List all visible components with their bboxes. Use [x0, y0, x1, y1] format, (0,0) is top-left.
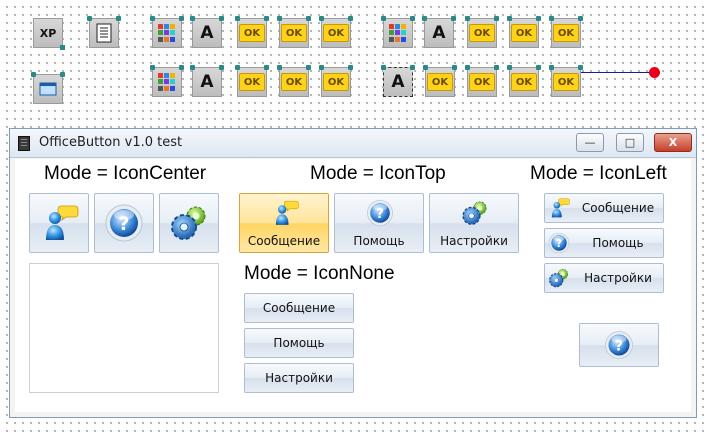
- title-bar[interactable]: OfficeButton v1.0 test — □ X: [10, 129, 696, 158]
- label-a: A: [391, 72, 405, 92]
- imagelist-icon: [158, 24, 176, 42]
- ok-chip: OK: [469, 24, 495, 42]
- settings-label: Настройки: [265, 371, 333, 385]
- ok-button-component[interactable]: OK: [465, 16, 499, 48]
- ok-chip: OK: [511, 24, 537, 42]
- imagelist-component[interactable]: [150, 65, 184, 97]
- label-component[interactable]: A: [422, 16, 456, 48]
- user-message-icon: [39, 203, 79, 243]
- label-a: A: [200, 72, 214, 92]
- gears-icon: [169, 203, 209, 243]
- settings-button-icon-none[interactable]: Настройки: [244, 363, 354, 393]
- app-icon: [18, 136, 30, 151]
- settings-label: Настройки: [584, 271, 652, 285]
- ok-button-component[interactable]: OK: [235, 16, 269, 48]
- xp-manifest-component[interactable]: XP: [33, 18, 65, 50]
- help-label: Помощь: [592, 236, 644, 250]
- ok-chip: OK: [469, 73, 495, 91]
- close-button[interactable]: X: [654, 133, 692, 152]
- help-button-icon-top[interactable]: Помощь: [334, 193, 424, 253]
- message-label: Сообщение: [262, 301, 336, 315]
- ok-button-component[interactable]: OK: [549, 16, 583, 48]
- icon-none-heading: Mode = IconNone: [244, 263, 395, 284]
- help-button-icon-left[interactable]: Помощь: [544, 228, 664, 258]
- ok-chip: OK: [553, 24, 579, 42]
- message-button-icon-center[interactable]: [29, 193, 89, 253]
- help-icon: [604, 330, 634, 360]
- imagelist-component[interactable]: [381, 16, 415, 48]
- gears-icon: [461, 199, 489, 227]
- client-area: Mode = IconCenter Mode = IconTop Сообщен…: [15, 159, 691, 412]
- ok-chip: OK: [281, 24, 307, 42]
- panel-component[interactable]: [31, 72, 65, 104]
- minimize-icon: —: [584, 136, 596, 149]
- help-icon: [104, 203, 144, 243]
- xp-label: XP: [39, 26, 57, 40]
- empty-list-box[interactable]: [29, 263, 219, 393]
- ok-chip: OK: [511, 73, 537, 91]
- help-button-icon-center[interactable]: [94, 193, 154, 253]
- label-a: A: [200, 23, 214, 43]
- document-icon: [96, 23, 112, 43]
- ok-button-component[interactable]: OK: [319, 65, 353, 97]
- ok-chip: OK: [323, 24, 349, 42]
- message-label: Сообщение: [581, 201, 655, 215]
- icon-top-heading: Mode = IconTop: [310, 163, 446, 184]
- ok-button-component[interactable]: OK: [507, 65, 541, 97]
- help-icon: [366, 199, 394, 227]
- ok-chip: OK: [239, 24, 265, 42]
- ok-chip: OK: [239, 73, 265, 91]
- imagelist-component[interactable]: [150, 16, 184, 48]
- settings-button-icon-left[interactable]: Настройки: [544, 263, 664, 293]
- label-component[interactable]: A: [190, 65, 224, 97]
- help-label: Помощь: [353, 234, 405, 248]
- label-component-selected[interactable]: A: [381, 65, 415, 97]
- ok-button-component[interactable]: OK: [277, 65, 311, 97]
- gears-icon: [548, 267, 570, 289]
- ok-button-component[interactable]: OK: [235, 65, 269, 97]
- maximize-icon: □: [624, 136, 636, 149]
- ok-chip: OK: [323, 73, 349, 91]
- imagelist-icon: [389, 24, 407, 42]
- ok-chip: OK: [281, 73, 307, 91]
- label-a: A: [432, 23, 446, 43]
- ok-chip: OK: [553, 73, 579, 91]
- icon-center-heading: Mode = IconCenter: [44, 163, 207, 184]
- settings-button-icon-top[interactable]: Настройки: [429, 193, 519, 253]
- maximize-button[interactable]: □: [616, 133, 644, 152]
- ok-button-component[interactable]: OK: [319, 16, 353, 48]
- message-button-icon-none[interactable]: Сообщение: [244, 293, 354, 323]
- ok-button-component[interactable]: OK: [507, 16, 541, 48]
- ok-chip: OK: [427, 73, 453, 91]
- help-button-standalone[interactable]: [579, 323, 659, 367]
- window-icon: [39, 82, 57, 96]
- ok-button-component[interactable]: OK: [465, 65, 499, 97]
- label-component[interactable]: A: [190, 16, 224, 48]
- ok-button-component[interactable]: OK: [423, 65, 457, 97]
- minimize-button[interactable]: —: [576, 133, 604, 152]
- message-label: Сообщение: [247, 234, 321, 248]
- user-message-icon: [271, 199, 299, 227]
- settings-button-icon-center[interactable]: [159, 193, 219, 253]
- imagelist-icon: [158, 73, 176, 91]
- help-button-icon-none[interactable]: Помощь: [244, 328, 354, 358]
- user-message-icon: [548, 197, 570, 219]
- document-component[interactable]: [87, 16, 121, 48]
- message-button-icon-left[interactable]: Сообщение: [544, 193, 664, 223]
- message-button-icon-top[interactable]: Сообщение: [239, 193, 329, 253]
- help-icon: [548, 232, 570, 254]
- test-window: OfficeButton v1.0 test — □ X Mode = Icon…: [9, 128, 697, 418]
- settings-label: Настройки: [440, 234, 508, 248]
- window-title: OfficeButton v1.0 test: [39, 135, 183, 150]
- link-wire[interactable]: [581, 72, 653, 73]
- link-endpoint[interactable]: [649, 67, 660, 78]
- ok-button-component[interactable]: OK: [549, 65, 583, 97]
- help-label: Помощь: [273, 336, 325, 350]
- ok-button-component[interactable]: OK: [277, 16, 311, 48]
- icon-left-heading: Mode = IconLeft: [530, 163, 667, 184]
- close-icon: X: [668, 136, 678, 149]
